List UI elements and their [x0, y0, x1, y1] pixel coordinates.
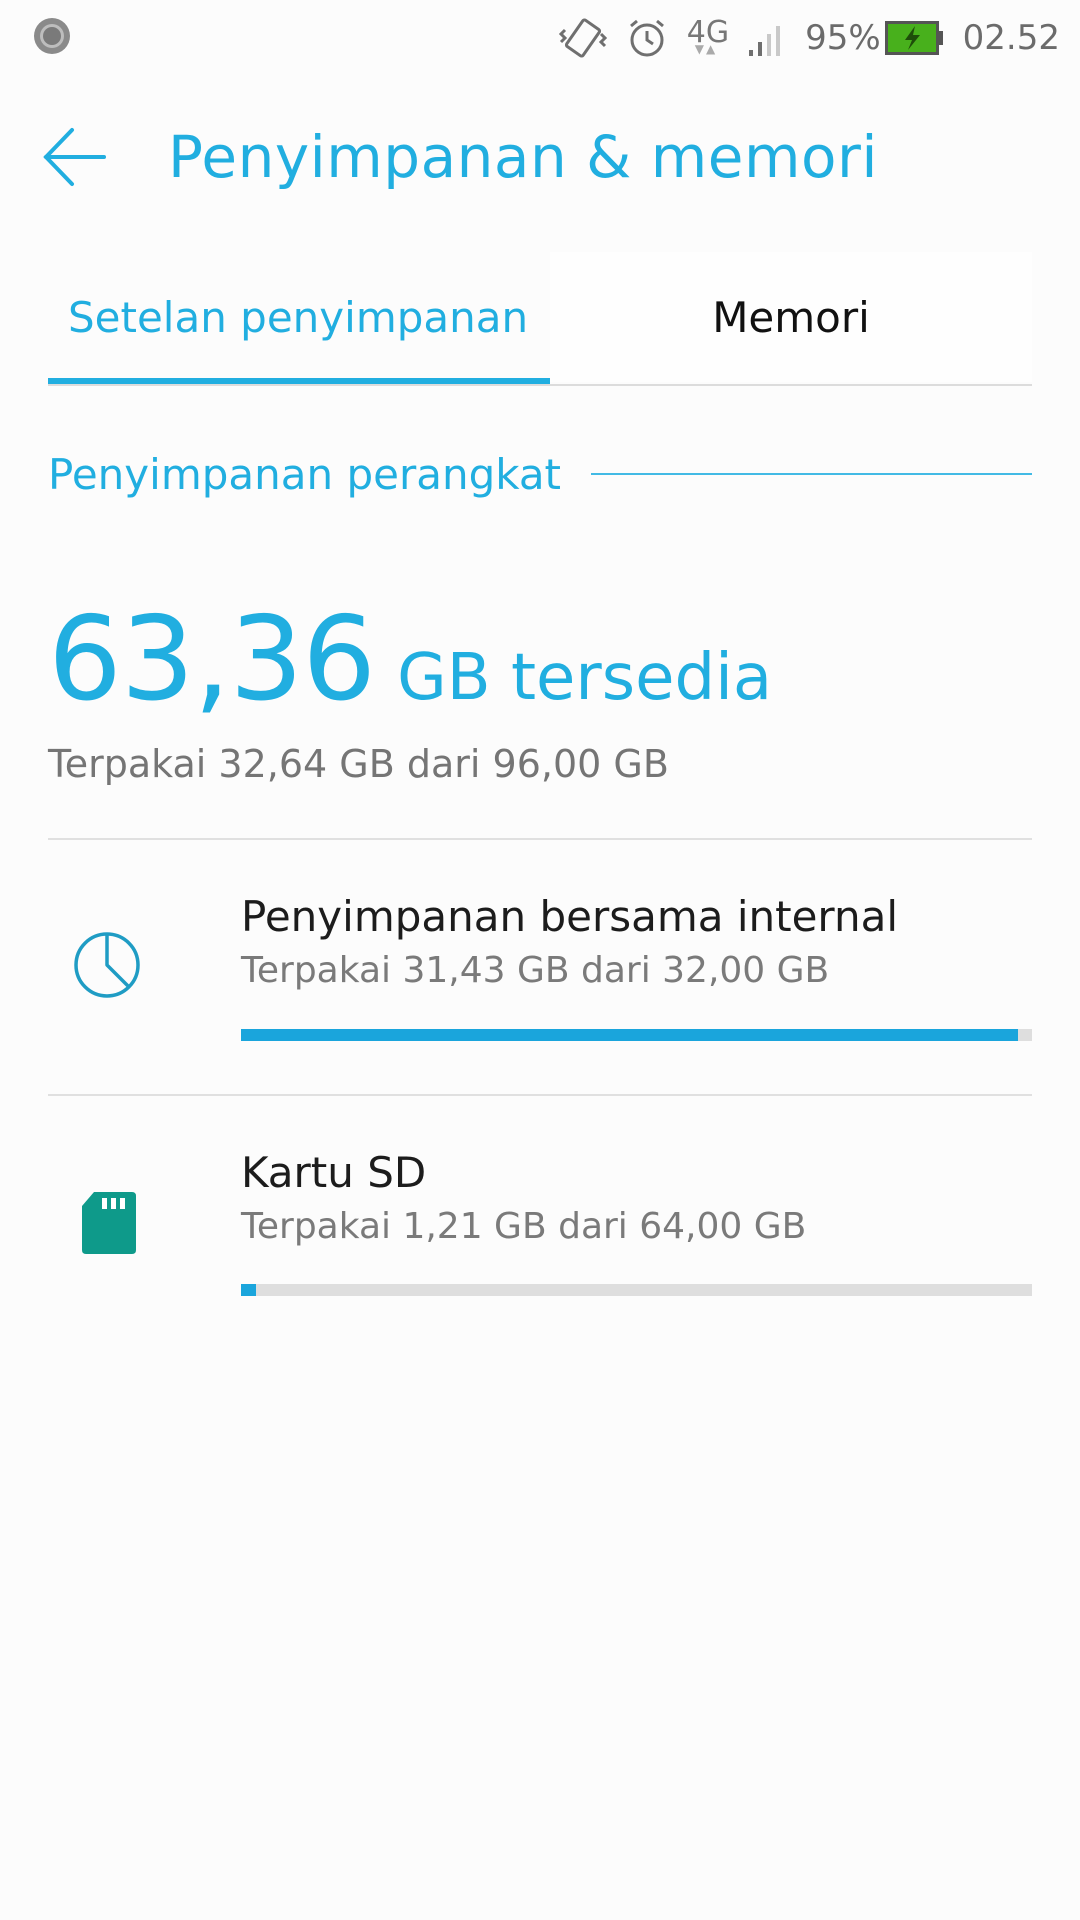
free-space-value: 63,36: [48, 592, 376, 727]
app-header: Penyimpanan & memori: [0, 100, 1080, 220]
storage-settings-screen: 4G ▼▲ 95% 02.52 Penyimpanan & memori Set…: [0, 0, 1080, 1920]
section-title: Penyimpanan perangkat: [48, 449, 562, 499]
free-space: 63,36 GB tersedia: [48, 600, 1032, 720]
internal-storage-item[interactable]: Penyimpanan bersama internal Terpakai 31…: [48, 840, 1032, 1041]
section-header: Penyimpanan perangkat: [48, 444, 1032, 504]
battery-percent: 95%: [805, 18, 881, 58]
back-button[interactable]: [40, 122, 120, 192]
signal-strength-icon: [747, 18, 787, 58]
circle-notification-icon: [32, 16, 72, 56]
tab-memory[interactable]: Memori: [550, 252, 1032, 382]
section-divider: [591, 473, 1032, 475]
tab-label: Setelan penyimpanan: [68, 292, 529, 342]
alarm-clock-icon: [625, 16, 669, 60]
usage-progress-fill: [241, 1029, 1018, 1041]
volume-usage: Terpakai 1,21 GB dari 64,00 GB: [241, 1206, 807, 1247]
usage-progress-bar: [241, 1284, 1032, 1296]
usage-progress-fill: [241, 1284, 256, 1296]
sd-card-item[interactable]: Kartu SD Terpakai 1,21 GB dari 64,00 GB: [48, 1096, 1032, 1296]
volume-name: Penyimpanan bersama internal: [241, 892, 898, 941]
page-title: Penyimpanan & memori: [168, 123, 878, 191]
storage-summary: 63,36 GB tersedia Terpakai 32,64 GB dari…: [48, 600, 1032, 787]
vibrate-icon: [558, 16, 607, 60]
free-space-unit: GB tersedia: [397, 641, 773, 715]
pie-chart-icon: [72, 930, 142, 1000]
tab-bar: Setelan penyimpanan Memori: [48, 252, 1032, 386]
usage-progress-bar: [241, 1029, 1032, 1041]
tab-storage-settings[interactable]: Setelan penyimpanan: [48, 252, 550, 384]
used-total-text: Terpakai 32,64 GB dari 96,00 GB: [48, 742, 669, 786]
status-bar: 4G ▼▲ 95% 02.52: [0, 0, 1080, 72]
clock: 02.52: [962, 18, 1060, 58]
back-arrow-icon: [40, 128, 110, 196]
volume-name: Kartu SD: [241, 1148, 427, 1197]
status-icons: 4G ▼▲ 95% 02.52: [558, 10, 1060, 66]
tab-label: Memori: [712, 292, 870, 342]
sd-card-icon: [72, 1188, 142, 1258]
battery-charging-icon: [884, 21, 945, 55]
battery-status: 95%: [805, 18, 945, 58]
volume-usage: Terpakai 31,43 GB dari 32,00 GB: [241, 950, 830, 991]
data-activity-icon: ▼▲: [694, 42, 718, 56]
network-type: 4G ▼▲: [687, 18, 729, 58]
